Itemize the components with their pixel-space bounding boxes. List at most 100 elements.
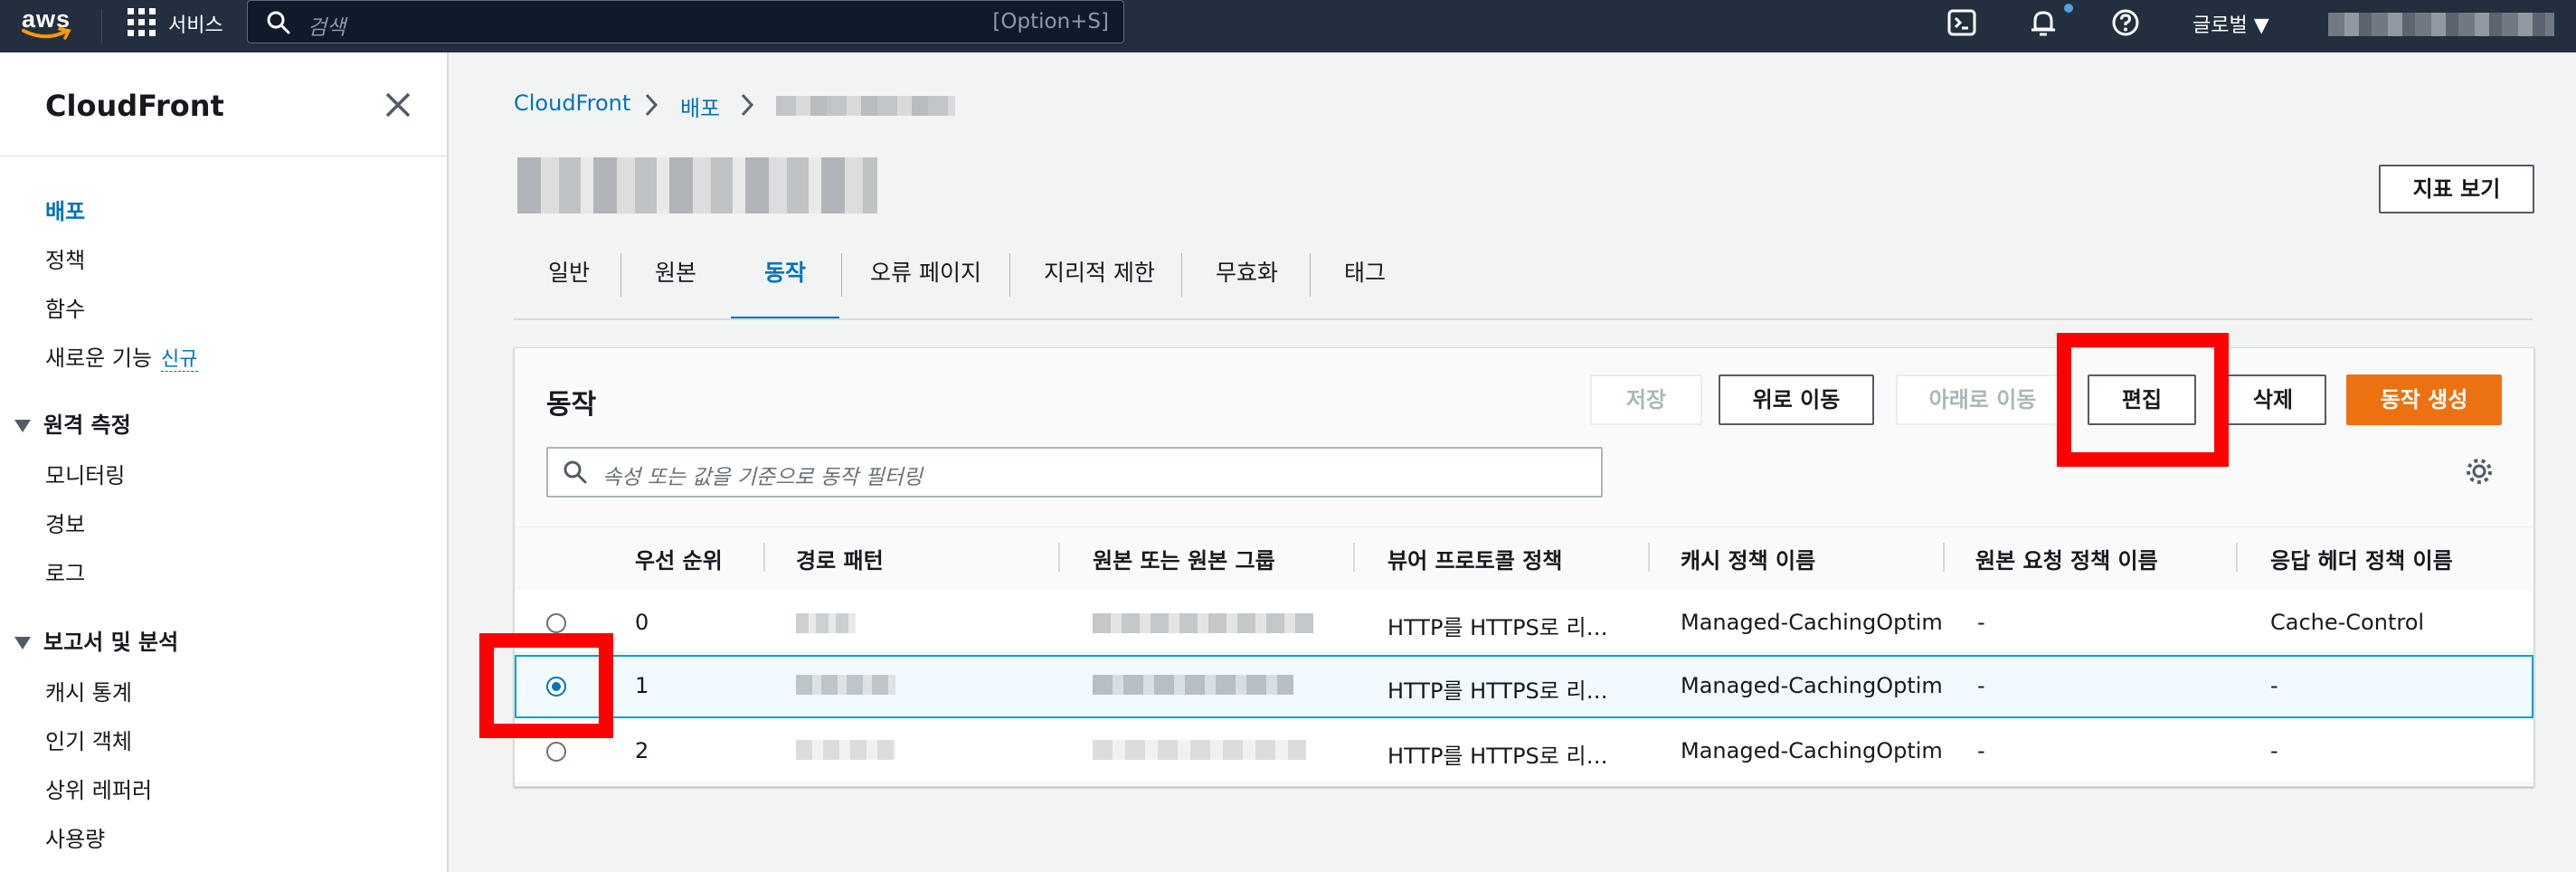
cell-origin-request-policy: -	[1977, 673, 1985, 698]
tab-general[interactable]: 일반	[548, 244, 590, 320]
column-origin-request-policy[interactable]: 원본 요청 정책 이름	[1975, 543, 2158, 574]
column-viewer-protocol-policy[interactable]: 뷰어 프로토콜 정책	[1387, 543, 1562, 574]
notification-dot	[2064, 4, 2073, 13]
move-up-button[interactable]: 위로 이동	[1719, 374, 1874, 425]
cell-path-pattern-redacted	[796, 613, 856, 633]
cell-response-headers-policy: -	[2270, 673, 2278, 698]
tab-separator	[1009, 253, 1010, 297]
view-metrics-button[interactable]: 지표 보기	[2379, 165, 2534, 213]
aws-logo[interactable]: aws	[22, 5, 76, 45]
section-label: 보고서 및 분석	[43, 630, 179, 655]
tab-origins[interactable]: 원본	[655, 244, 696, 320]
column-priority[interactable]: 우선 순위	[635, 543, 723, 574]
sidebar-section-reports[interactable]: 보고서 및 분석	[14, 624, 178, 656]
sidebar-item-top-referrers[interactable]: 상위 레퍼러	[45, 772, 152, 804]
sidebar-item-alarms[interactable]: 경보	[45, 507, 85, 538]
column-origin[interactable]: 원본 또는 원본 그룹	[1093, 543, 1275, 574]
cell-origin-request-policy: -	[1977, 610, 1985, 635]
gear-icon[interactable]	[2464, 456, 2495, 487]
tab-separator	[1181, 253, 1182, 297]
cell-cache-policy: Managed-CachingOptimiz	[1681, 673, 1943, 698]
sidebar-item-label: 새로운 기능	[45, 346, 153, 371]
cell-origin-redacted	[1093, 613, 1313, 633]
breadcrumb-cloudfront[interactable]: CloudFront	[514, 90, 630, 116]
cell-origin-request-policy: -	[1977, 738, 1985, 763]
tab-behaviors[interactable]: 동작	[731, 244, 839, 320]
delete-button[interactable]: 삭제	[2220, 374, 2326, 425]
cell-priority: 2	[635, 738, 649, 763]
sidebar-item-usage[interactable]: 사용량	[45, 821, 105, 853]
page-title-redacted	[517, 157, 877, 213]
services-grid-icon[interactable]	[128, 8, 156, 37]
sidebar-item-popular-objects[interactable]: 인기 객체	[45, 724, 132, 755]
help-icon[interactable]	[2110, 7, 2141, 38]
sidebar-item-policies[interactable]: 정책	[45, 242, 85, 274]
tab-separator	[841, 253, 842, 297]
breadcrumb-distribution-id-redacted	[776, 96, 955, 116]
cell-viewer-protocol-policy: HTTP를 HTTPS로 리…	[1387, 678, 1608, 704]
new-badge: 신규	[161, 348, 198, 372]
column-divider	[2236, 543, 2238, 572]
cell-viewer-protocol-policy: HTTP를 HTTPS로 리…	[1387, 744, 1608, 769]
column-divider	[1943, 543, 1945, 572]
cell-origin-redacted	[1093, 675, 1293, 695]
row-select-radio[interactable]	[546, 613, 566, 633]
global-search-input[interactable]: 검색 [Option+S]	[247, 0, 1124, 43]
close-icon[interactable]	[382, 89, 414, 121]
tab-separator	[1310, 253, 1311, 297]
cell-response-headers-policy: Cache-Control	[2270, 610, 2425, 635]
chevron-right-icon	[645, 93, 658, 117]
tab-tags[interactable]: 태그	[1344, 244, 1386, 320]
column-divider	[1648, 543, 1650, 572]
sidebar-item-distributions[interactable]: 배포	[45, 194, 85, 225]
breadcrumb-distributions[interactable]: 배포	[680, 90, 720, 122]
sidebar-item-cache-statistics[interactable]: 캐시 통계	[45, 675, 132, 706]
column-response-headers-policy[interactable]: 응답 헤더 정책 이름	[2270, 543, 2453, 574]
caret-down-icon	[14, 637, 31, 649]
cell-viewer-protocol-policy: HTTP를 HTTPS로 리…	[1387, 615, 1608, 640]
notifications-bell-icon[interactable]	[2028, 7, 2059, 38]
row-select-radio[interactable]	[546, 742, 566, 762]
sidebar-item-logs[interactable]: 로그	[45, 555, 85, 587]
sidebar-item-whats-new[interactable]: 새로운 기능 신규	[45, 340, 198, 372]
services-menu[interactable]: 서비스	[168, 9, 223, 38]
tab-error-pages[interactable]: 오류 페이지	[870, 244, 981, 320]
cell-path-pattern-redacted	[796, 740, 895, 760]
save-button[interactable]: 저장	[1590, 374, 1702, 425]
cell-cache-policy: Managed-CachingOptimiz	[1681, 610, 1943, 635]
sidebar-item-functions[interactable]: 함수	[45, 291, 85, 323]
tabs-underline	[514, 318, 2533, 320]
sidebar: CloudFront 배포 정책 함수 새로운 기능 신규 원격 측정 모니터링 …	[0, 52, 449, 872]
move-down-button[interactable]: 아래로 이동	[1896, 374, 2069, 425]
tab-geographic-restrictions[interactable]: 지리적 제한	[1044, 244, 1155, 320]
column-cache-policy[interactable]: 캐시 정책 이름	[1681, 543, 1815, 574]
behavior-filter-input[interactable]: 속성 또는 값을 기준으로 동작 필터링	[546, 447, 1603, 498]
sidebar-title: CloudFront	[45, 89, 224, 123]
column-divider	[1353, 543, 1355, 572]
cell-priority: 0	[635, 610, 649, 635]
column-divider	[763, 543, 765, 572]
sidebar-section-telemetry[interactable]: 원격 측정	[14, 407, 131, 439]
search-icon	[564, 460, 587, 484]
filter-placeholder: 속성 또는 값을 기준으로 동작 필터링	[602, 466, 923, 489]
highlight-box-edit-button	[2057, 333, 2229, 467]
search-placeholder: 검색	[308, 16, 346, 40]
top-navigation-bar: aws 서비스 검색 [Option+S] 글로벌 ▼	[0, 0, 2576, 52]
sidebar-item-monitoring[interactable]: 모니터링	[45, 458, 125, 489]
highlight-box-selected-radio	[479, 633, 613, 738]
account-menu-redacted[interactable]	[2328, 13, 2554, 36]
create-behavior-button[interactable]: 동작 생성	[2346, 374, 2502, 425]
region-selector[interactable]: 글로벌 ▼	[2192, 9, 2269, 38]
tab-invalidations[interactable]: 무효화	[1216, 244, 1278, 320]
cell-origin-redacted	[1093, 740, 1306, 760]
search-shortcut: [Option+S]	[992, 10, 1109, 33]
cloudshell-icon[interactable]	[1946, 7, 1977, 38]
tab-separator	[620, 253, 621, 297]
search-icon	[267, 11, 290, 34]
section-label: 원격 측정	[43, 412, 131, 438]
column-path-pattern[interactable]: 경로 패턴	[796, 543, 884, 574]
topbar-divider	[101, 9, 102, 43]
behaviors-title: 동작	[546, 389, 597, 421]
cell-response-headers-policy: -	[2270, 738, 2278, 763]
caret-down-icon	[14, 420, 31, 432]
